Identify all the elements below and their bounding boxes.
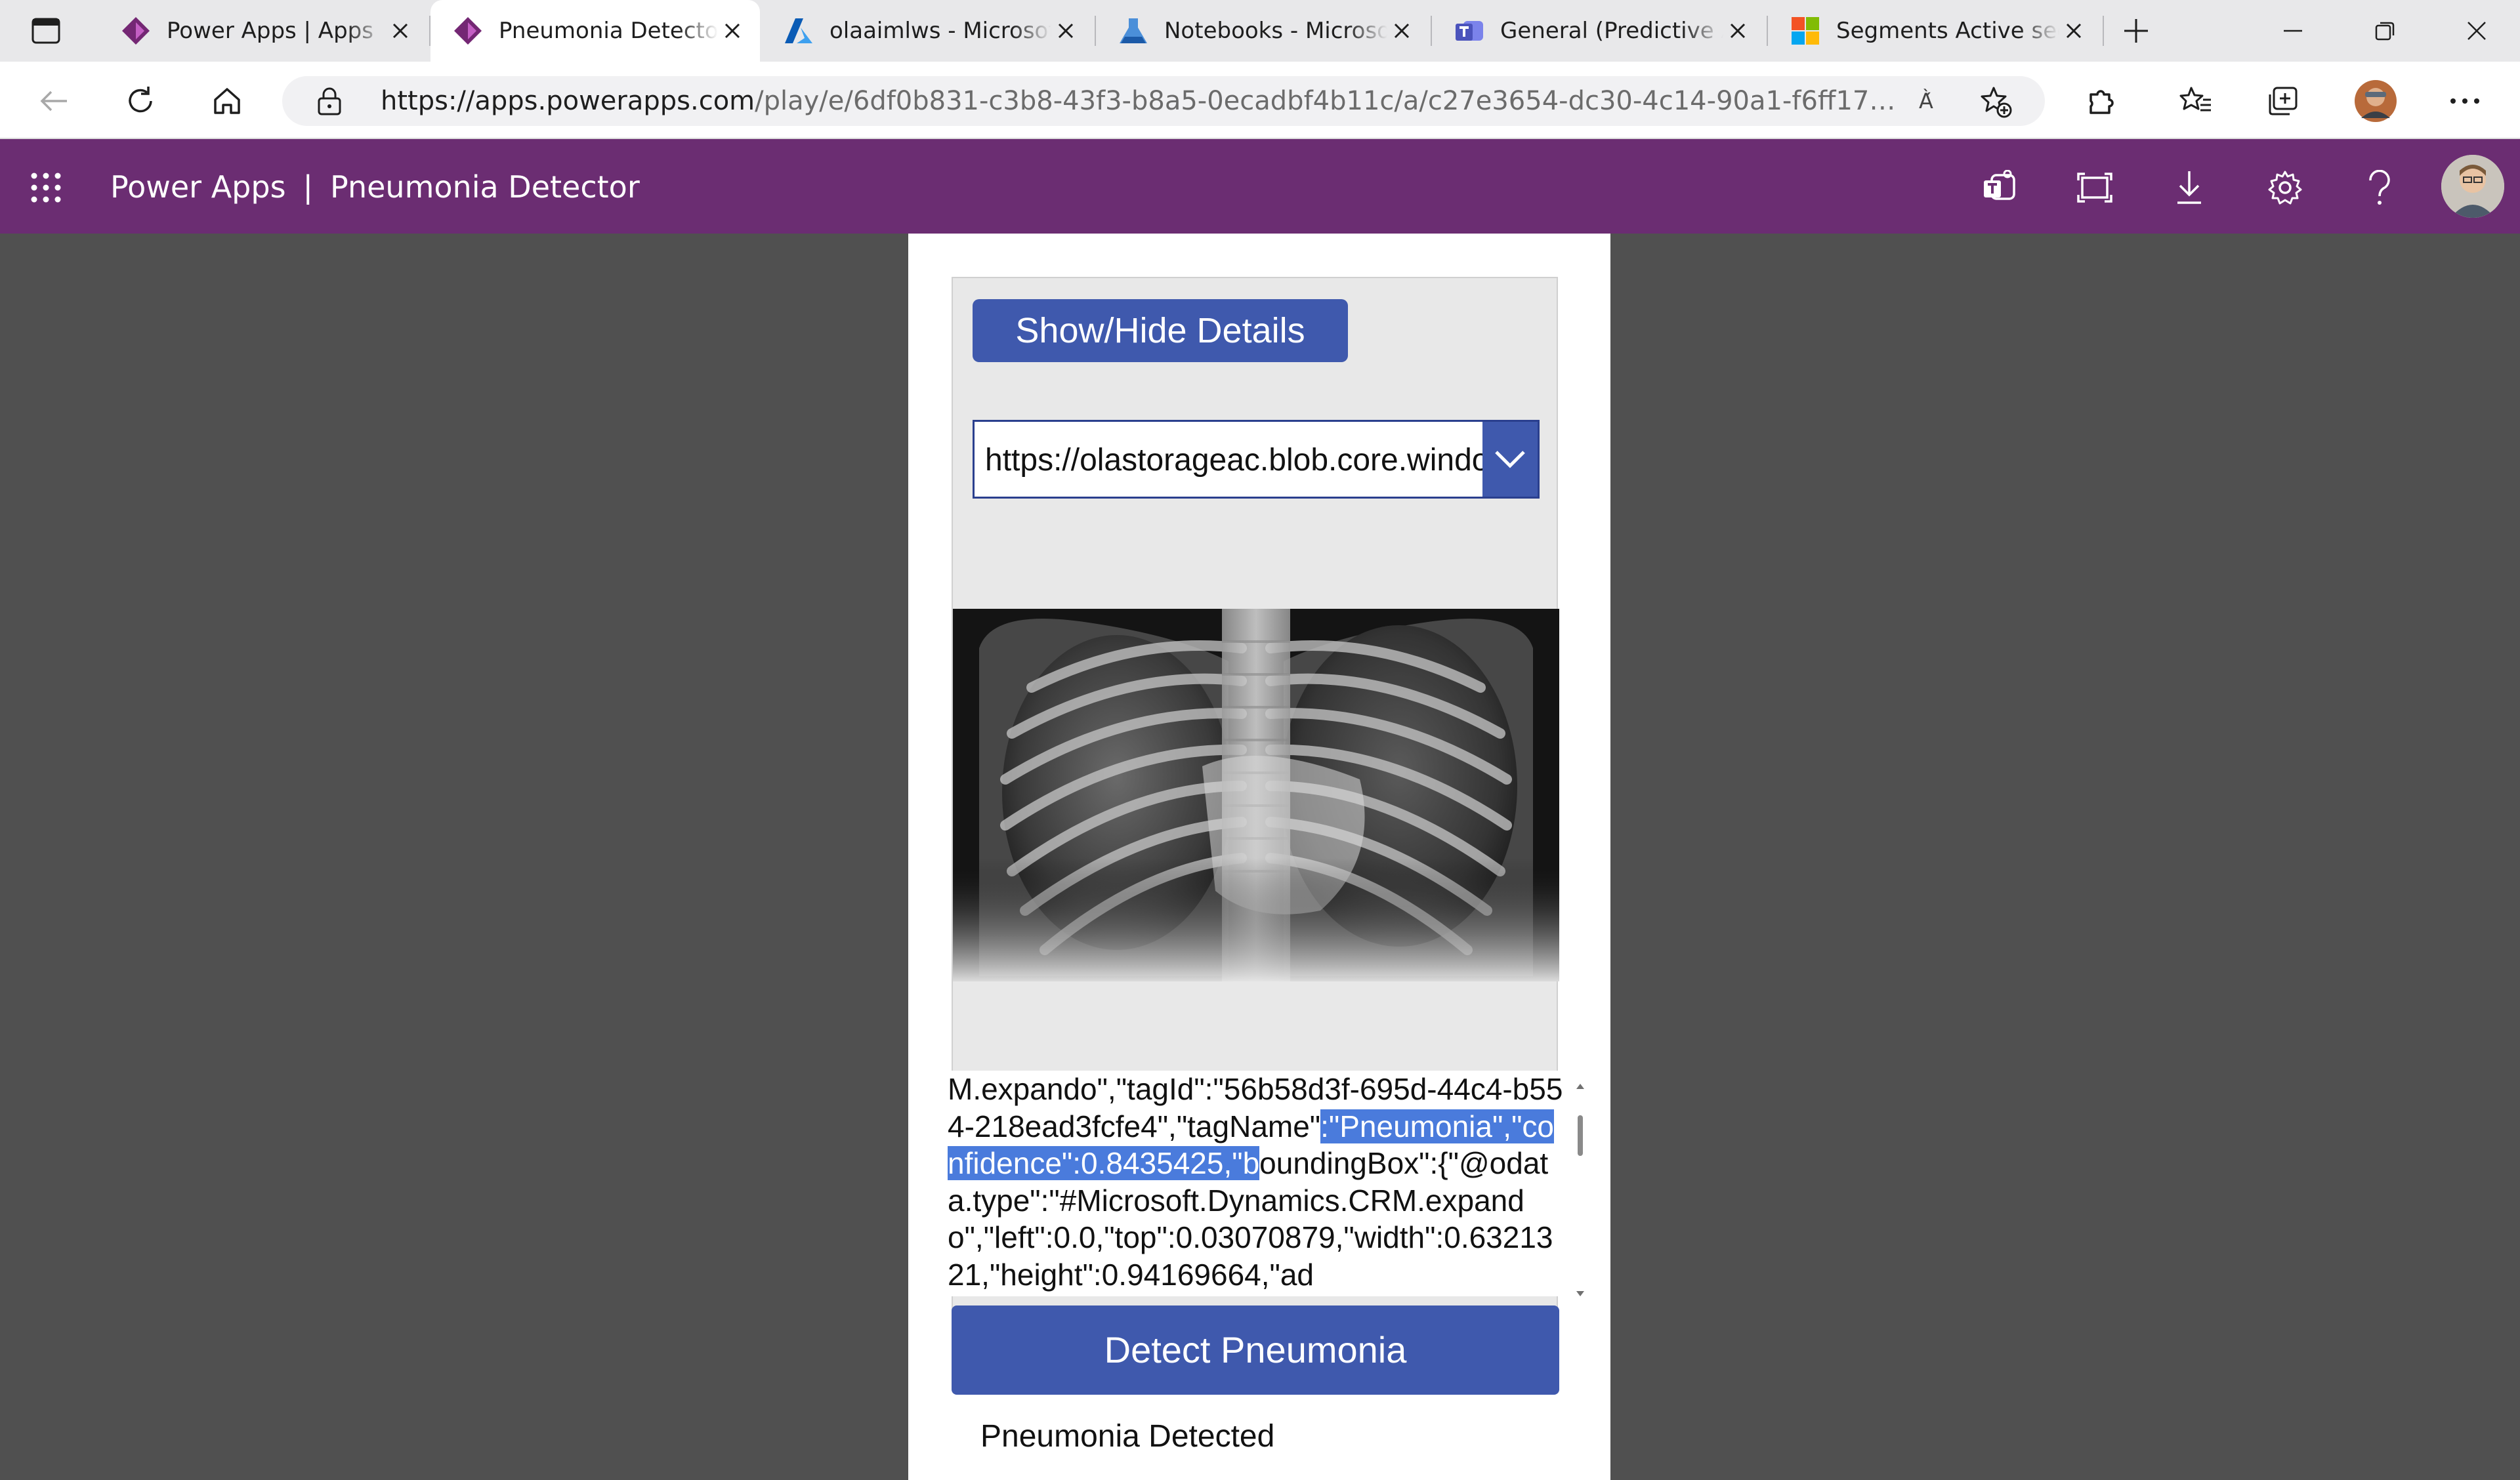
tab-title: Notebooks - Microsoft Azure Machine Lear… (1164, 18, 1387, 44)
new-tab-button[interactable] (2118, 13, 2154, 49)
power-apps-icon (452, 14, 484, 47)
url-host: https://apps.powerapps.com (381, 86, 755, 116)
power-apps-icon (119, 14, 152, 47)
teams-icon (1984, 170, 2015, 200)
browser-tab[interactable]: Segments Active segments (1768, 0, 2101, 62)
help-button[interactable] (2360, 168, 2399, 207)
tab-close-icon[interactable] (1723, 16, 1752, 45)
address-bar[interactable]: https://apps.powerapps.com/play/e/6df0b8… (282, 76, 2045, 126)
fit-to-window-button[interactable] (2075, 168, 2114, 207)
title-separator: | (303, 169, 314, 205)
app-name: Pneumonia Detector (330, 169, 640, 205)
browser-tab-active[interactable]: Pneumonia Detector (430, 0, 760, 62)
puzzle-icon (2090, 90, 2114, 114)
collections-button[interactable] (2264, 81, 2303, 121)
tab-close-icon[interactable] (1051, 16, 1080, 45)
teams-share-button[interactable] (1979, 168, 2019, 207)
app-title: Power Apps | Pneumonia Detector (110, 168, 640, 206)
tab-title: General (Predictive Analytics) (1500, 18, 1723, 44)
tab-title: Pneumonia Detector (499, 18, 718, 44)
user-avatar[interactable] (2441, 155, 2504, 218)
browser-tab-strip: Power Apps | Apps Pneumonia Detector ola… (0, 0, 2520, 62)
prediction-json-text[interactable]: M.expando","tagId":"56b58d3f-695d-44c4-b… (948, 1071, 1564, 1293)
help-icon (2369, 170, 2390, 205)
minimize-button[interactable] (2273, 13, 2313, 49)
show-hide-details-button[interactable]: Show/Hide Details (973, 299, 1348, 362)
back-button[interactable] (34, 81, 74, 121)
download-button[interactable] (2170, 168, 2209, 207)
collections-icon (2269, 87, 2298, 115)
browser-toolbar: https://apps.powerapps.com/play/e/6df0b8… (0, 62, 2520, 139)
profile-avatar-icon (2355, 80, 2397, 122)
read-aloud-icon[interactable]: À́ (1910, 87, 1942, 115)
home-icon (214, 88, 240, 114)
restore-icon (2375, 22, 2395, 41)
add-favorite-icon[interactable] (1979, 85, 2012, 118)
tab-close-icon[interactable] (2059, 16, 2088, 45)
tab-actions-icon (32, 18, 60, 44)
fit-window-icon (2077, 173, 2112, 203)
browser-tab[interactable]: General (Predictive Analytics) (1432, 0, 1765, 62)
tab-title: Power Apps | Apps (167, 18, 373, 44)
image-url-selected-value: https://olastorageac.blob.core.windows.n… (985, 443, 1490, 478)
close-window-button[interactable] (2457, 13, 2496, 49)
favorites-button[interactable] (2176, 81, 2216, 121)
teams-icon (1453, 14, 1486, 47)
dropdown-toggle[interactable] (1482, 422, 1538, 497)
chevron-down-icon (1495, 451, 1525, 468)
tab-title: Segments Active segments (1836, 18, 2059, 44)
minimize-icon (2284, 30, 2302, 32)
refresh-icon (129, 87, 152, 113)
prediction-json-textbox[interactable]: M.expando","tagId":"56b58d3f-695d-44c4-b… (948, 1071, 1578, 1296)
profile-button[interactable] (2353, 79, 2398, 123)
browser-tab[interactable]: Power Apps | Apps (98, 0, 428, 62)
extensions-button[interactable] (2082, 81, 2121, 121)
browser-tab[interactable]: olaaimlws - Microsoft Azure (761, 0, 1093, 62)
tab-close-icon[interactable] (1387, 16, 1416, 45)
tab-divider (2103, 16, 2104, 46)
plus-icon (2124, 19, 2148, 43)
azure-ml-icon (1117, 14, 1150, 47)
scroll-down-arrow-icon[interactable] (1576, 1291, 1584, 1296)
detection-result-label: Pneumonia Detected (980, 1419, 1275, 1454)
close-icon (2468, 22, 2486, 40)
tab-actions-button[interactable] (26, 14, 66, 47)
tab-title: olaaimlws - Microsoft Azure (830, 18, 1051, 44)
url-path: /play/e/6df0b831-c3b8-43f3-b8a5-0ecadbf4… (755, 86, 1903, 116)
waffle-icon (31, 173, 61, 203)
url-text[interactable]: https://apps.powerapps.com/play/e/6df0b8… (381, 85, 1903, 117)
app-launcher-button[interactable] (26, 168, 66, 207)
ellipsis-icon (2450, 98, 2479, 104)
product-name[interactable]: Power Apps (110, 169, 286, 205)
microsoft-icon (1789, 14, 1822, 47)
image-url-dropdown[interactable]: https://olastorageac.blob.core.windows.n… (973, 420, 1540, 499)
user-avatar-icon (2441, 155, 2504, 218)
chest-xray-image (953, 609, 1559, 981)
browser-tab[interactable]: Notebooks - Microsoft Azure Machine Lear… (1096, 0, 1429, 62)
gear-icon (2268, 171, 2302, 205)
refresh-button[interactable] (121, 81, 160, 121)
azure-icon (782, 14, 815, 47)
favorites-list-icon (2179, 87, 2211, 112)
more-options-button[interactable] (2445, 81, 2485, 121)
back-arrow-icon (40, 91, 67, 112)
tab-close-icon[interactable] (718, 16, 747, 45)
detect-pneumonia-button[interactable]: Detect Pneumonia (952, 1305, 1559, 1395)
scrollbar-thumb[interactable] (1578, 1115, 1583, 1156)
tab-close-icon[interactable] (386, 16, 415, 45)
scroll-up-arrow-icon[interactable] (1576, 1084, 1584, 1089)
settings-button[interactable] (2265, 168, 2305, 207)
lock-icon[interactable] (315, 87, 344, 115)
restore-button[interactable] (2365, 13, 2404, 49)
app-canvas: Show/Hide Details https://olastorageac.b… (908, 234, 1610, 1480)
json-scrollbar[interactable] (1571, 1080, 1589, 1300)
power-apps-header: Power Apps | Pneumonia Detector (0, 139, 2520, 234)
download-icon (2177, 171, 2201, 204)
home-button[interactable] (207, 81, 247, 121)
